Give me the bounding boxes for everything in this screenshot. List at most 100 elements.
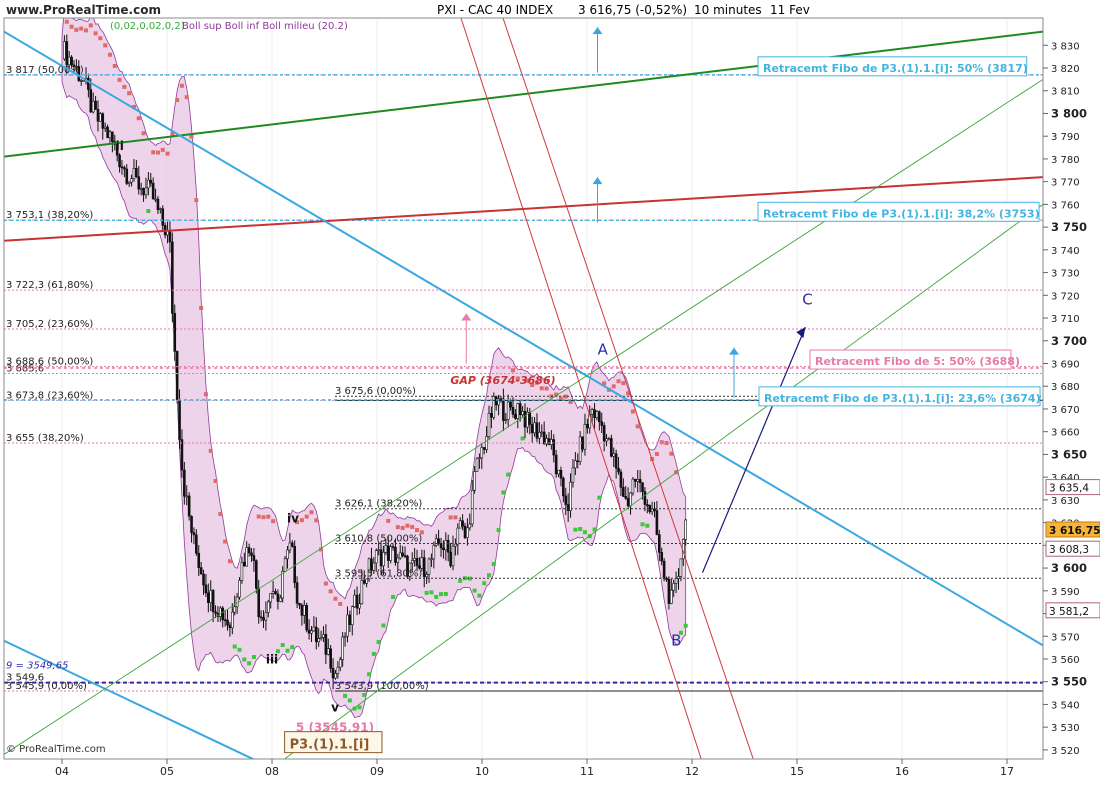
sar-dot xyxy=(256,514,261,519)
sar-dot xyxy=(659,440,664,445)
candle-body xyxy=(622,487,625,497)
fib-mid-label: 3 626,1 (38,20%) xyxy=(335,499,422,510)
retracement-box-label: Retracemt Fibo de P3.(1).1.[i]: 23,6% (3… xyxy=(764,392,1041,405)
candle-body xyxy=(199,567,203,575)
sar-dot xyxy=(520,436,525,441)
candle-body xyxy=(634,478,637,482)
candle-body xyxy=(295,582,299,604)
sar-dot xyxy=(621,381,626,386)
candle-body xyxy=(221,607,225,621)
sar-dot xyxy=(654,451,659,456)
candle-body xyxy=(502,398,505,421)
candle-body xyxy=(538,431,541,439)
retracement-box-label: Retracemt Fibo de 5: 50% (3688) xyxy=(815,355,1020,368)
candle-body xyxy=(550,439,553,445)
price-tag-label: 3 616,75 xyxy=(1049,525,1100,537)
candle-body xyxy=(504,419,508,421)
chart-title: PXI - CAC 40 INDEX xyxy=(437,3,553,17)
candle-body xyxy=(298,602,301,606)
sar-dot xyxy=(98,36,103,41)
price-tag-label: 3 635,4 xyxy=(1049,483,1089,495)
candle-body xyxy=(403,555,407,557)
candle-body xyxy=(595,411,599,419)
candle-body xyxy=(569,481,572,511)
sar-dot xyxy=(635,424,640,429)
candle-body xyxy=(650,508,654,513)
candle-body xyxy=(341,636,344,660)
sar-dot xyxy=(616,379,621,384)
candle-body xyxy=(125,168,129,184)
candle-body xyxy=(214,611,217,614)
y-tick-label: 3 800 xyxy=(1051,106,1087,120)
candle-body xyxy=(446,540,450,553)
candle-body xyxy=(391,546,395,548)
candle-body xyxy=(195,534,198,554)
candle-body xyxy=(607,438,611,440)
sar-dot xyxy=(434,594,439,599)
candle-body xyxy=(326,648,330,655)
candle-body xyxy=(319,637,323,639)
fib-mid-label: 3 595,5 (61,80%) xyxy=(335,568,422,579)
candle-body xyxy=(192,532,196,536)
candle-body xyxy=(600,421,604,426)
sar-dot xyxy=(573,527,578,532)
sar-dot xyxy=(146,209,151,214)
candle-body xyxy=(458,520,462,529)
sar-dot xyxy=(160,147,165,152)
candle-body xyxy=(286,549,289,560)
candle-body xyxy=(293,546,296,583)
candle-body xyxy=(514,413,517,419)
candle-body xyxy=(454,543,457,547)
sar-dot xyxy=(165,151,170,156)
wave-label: iii xyxy=(266,653,278,667)
sar-dot xyxy=(496,528,501,533)
y-tick-label: 3 660 xyxy=(1051,428,1080,439)
candle-body xyxy=(629,492,632,507)
candle-body xyxy=(521,410,524,416)
candle-body xyxy=(360,580,364,605)
x-tick-label: 05 xyxy=(160,765,174,778)
candle-body xyxy=(197,552,201,568)
candle-body xyxy=(118,154,121,168)
chart-quote: 3 616,75 (-0,52%) xyxy=(578,3,687,17)
candle-body xyxy=(142,188,145,196)
candle-body xyxy=(482,447,486,450)
x-tick-label: 10 xyxy=(475,765,489,778)
y-tick-label: 3 820 xyxy=(1051,64,1080,75)
candle-body xyxy=(499,398,503,400)
sar-dot xyxy=(232,644,237,649)
sar-dot xyxy=(141,131,146,136)
candle-body xyxy=(386,545,390,561)
candle-body xyxy=(154,198,157,201)
sar-dot xyxy=(472,588,477,593)
candle-body xyxy=(643,491,647,505)
candle-body xyxy=(509,401,512,408)
sar-dot xyxy=(343,693,348,698)
candle-body xyxy=(365,578,368,584)
x-tick-label: 09 xyxy=(370,765,384,778)
candle-body xyxy=(219,607,222,617)
sar-dot xyxy=(357,705,362,710)
gap-label: GAP (3674-3686) xyxy=(450,374,555,387)
sar-dot xyxy=(103,43,108,48)
candle-body xyxy=(475,457,479,472)
candle-body xyxy=(461,520,464,527)
sar-dot xyxy=(251,655,256,660)
sar-dot xyxy=(448,515,453,520)
candle-body xyxy=(271,591,275,594)
candle-body xyxy=(211,590,215,612)
sar-dot xyxy=(400,525,405,530)
retracement-box-label: Retracemt Fibo de P3.(1).1.[i]: 38,2% (3… xyxy=(763,207,1040,220)
candle-body xyxy=(79,80,83,82)
candle-body xyxy=(655,510,659,535)
candle-body xyxy=(350,606,354,626)
fib-level-label: 3 722,3 (61,80%) xyxy=(6,280,93,291)
candle-body xyxy=(156,198,160,210)
candle-body xyxy=(662,560,666,579)
y-tick-label: 3 760 xyxy=(1051,200,1080,211)
candle-body xyxy=(586,424,589,429)
candle-body xyxy=(132,168,136,180)
candle-body xyxy=(559,469,563,479)
sar-dot xyxy=(117,77,122,82)
y-tick-label: 3 790 xyxy=(1051,132,1080,143)
